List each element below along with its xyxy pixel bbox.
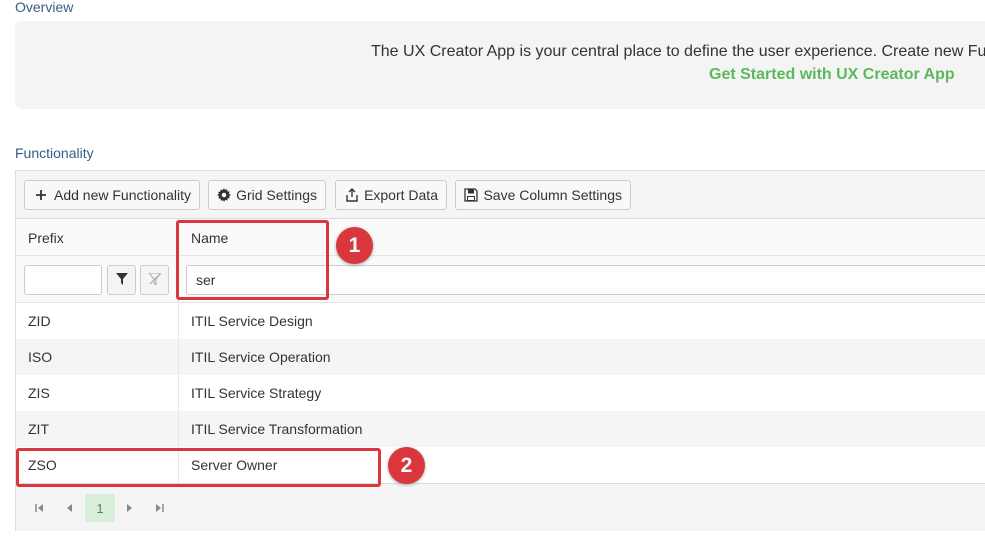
grid-pager: 1: [16, 483, 985, 531]
get-started-link[interactable]: Get Started with UX Creator App: [709, 66, 955, 84]
column-divider: [178, 303, 179, 339]
highlight-box-name-filter: [176, 220, 329, 300]
highlight-box-server-owner-row: [16, 448, 381, 487]
floppy-disk-icon: [464, 187, 478, 203]
overview-description: The UX Creator App is your central place…: [371, 43, 985, 60]
cell-name: ITIL Service Strategy: [191, 385, 322, 401]
apply-filter-button[interactable]: [107, 265, 136, 295]
cell-name: ITIL Service Operation: [191, 349, 331, 365]
grid-settings-label: Grid Settings: [236, 187, 317, 203]
save-column-settings-button[interactable]: Save Column Settings: [455, 180, 631, 210]
prefix-filter-input[interactable]: [24, 265, 102, 295]
functionality-heading: Functionality: [15, 145, 94, 161]
export-data-label: Export Data: [364, 187, 438, 203]
gear-icon: [217, 187, 232, 203]
filter-icon: [115, 272, 128, 288]
cell-prefix: ZIS: [28, 385, 50, 401]
add-functionality-label: Add new Functionality: [54, 187, 191, 203]
table-row[interactable]: ZID ITIL Service Design: [16, 303, 985, 339]
next-page-icon[interactable]: [115, 494, 143, 522]
add-functionality-button[interactable]: Add new Functionality: [24, 180, 200, 210]
grid-toolbar: Add new Functionality Grid Settings Expo…: [16, 171, 985, 219]
cell-name: ITIL Service Transformation: [191, 421, 363, 437]
overview-panel: The UX Creator App is your central place…: [15, 21, 985, 109]
table-row[interactable]: ZIT ITIL Service Transformation: [16, 411, 985, 447]
grid-filter-row: [16, 256, 985, 303]
clear-filter-icon: [147, 272, 162, 288]
column-divider: [178, 411, 179, 447]
export-icon: [344, 187, 359, 203]
plus-icon: [33, 187, 49, 203]
prev-page-icon[interactable]: [56, 494, 84, 522]
annotation-badge-1: 1: [336, 227, 373, 264]
column-header-prefix[interactable]: Prefix: [28, 230, 64, 246]
save-column-settings-label: Save Column Settings: [483, 187, 622, 203]
grid-header-row: Prefix Name: [16, 219, 985, 256]
current-page-button[interactable]: 1: [85, 494, 115, 522]
export-data-button[interactable]: Export Data: [335, 180, 447, 210]
first-page-icon[interactable]: [26, 494, 54, 522]
cell-name: ITIL Service Design: [191, 313, 313, 329]
last-page-icon[interactable]: [145, 494, 173, 522]
cell-prefix: ZID: [28, 313, 51, 329]
annotation-badge-2: 2: [388, 447, 425, 484]
grid-settings-button[interactable]: Grid Settings: [208, 180, 326, 210]
overview-heading: Overview: [15, 0, 74, 15]
column-divider: [178, 375, 179, 411]
clear-filter-button[interactable]: [140, 265, 169, 295]
cell-prefix: ZIT: [28, 421, 49, 437]
table-row[interactable]: ISO ITIL Service Operation: [16, 339, 985, 375]
cell-prefix: ISO: [28, 349, 53, 365]
column-divider: [178, 339, 179, 375]
table-row[interactable]: ZIS ITIL Service Strategy: [16, 375, 985, 411]
